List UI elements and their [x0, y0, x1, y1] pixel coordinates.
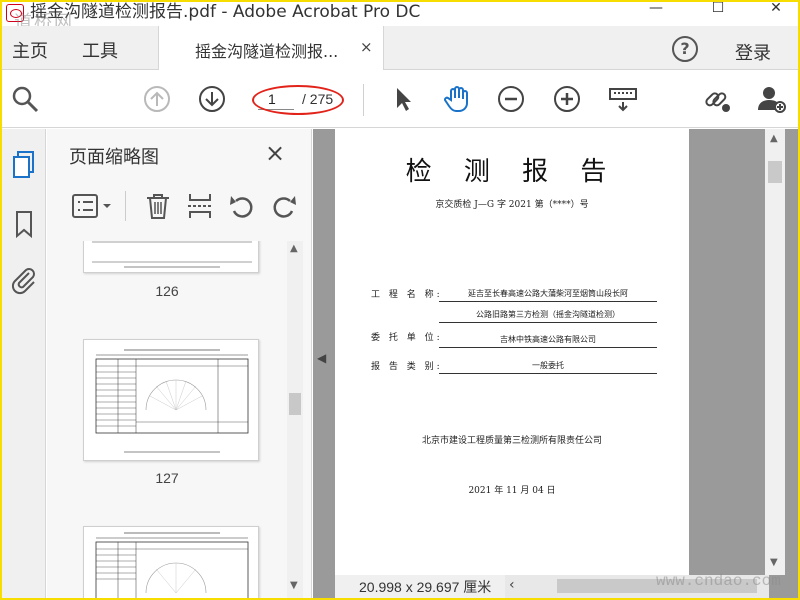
- watermark-bottom: www.cndao.com: [656, 572, 781, 590]
- panel-toolbar: [47, 181, 312, 231]
- tab-bar: 主页 工具 摇金沟隧道检测报... × ? 登录: [2, 26, 798, 70]
- thumbnail-list: 126 127: [47, 241, 287, 598]
- thumbnail-label-127: 127: [155, 470, 179, 486]
- thumbnail-page-126[interactable]: [83, 241, 259, 273]
- thumbnail-page-128[interactable]: [83, 526, 259, 598]
- collapse-panel-arrow-icon[interactable]: ◀: [317, 351, 326, 365]
- tab-tools[interactable]: 工具: [82, 37, 118, 63]
- page-down-icon[interactable]: [197, 84, 227, 114]
- thumbnail-label-126: 126: [155, 283, 179, 299]
- close-window-button[interactable]: ✕: [754, 2, 798, 24]
- toolbar-divider: [363, 84, 364, 116]
- minimize-button[interactable]: —: [634, 2, 678, 24]
- field-value-project-line2: 公路旧路第三方检测（摇金沟隧道检测）: [439, 309, 657, 323]
- rotate-ccw-icon[interactable]: [227, 191, 257, 221]
- pdf-page: 检 测 报 告 京交质检 J—G 字 2021 第（****）号 工 程 名 称…: [335, 129, 689, 575]
- panel-toolbar-divider: [125, 191, 126, 221]
- report-title: 检 测 报 告: [405, 157, 619, 187]
- page-up-icon[interactable]: [142, 84, 172, 114]
- tab-document[interactable]: 摇金沟隧道检测报... ×: [158, 26, 384, 70]
- document-tab-label: 摇金沟隧道检测报...: [195, 42, 339, 61]
- rotate-cw-icon[interactable]: [269, 191, 299, 221]
- tab-home[interactable]: 主页: [12, 37, 48, 63]
- field-value-type: 一般委托: [439, 360, 657, 374]
- maximize-button[interactable]: ☐: [696, 2, 740, 24]
- thumbnails-scroll-thumb[interactable]: [289, 393, 301, 415]
- organization-name: 北京市建设工程质量第三检测所有限责任公司: [421, 436, 602, 446]
- report-date: 2021 年 11 月 04 日: [468, 486, 556, 496]
- scroll-up-arrow-icon[interactable]: ▲: [290, 243, 298, 254]
- document-scrollbar[interactable]: ▲ ▼: [765, 129, 785, 575]
- acrobat-window: 摇金沟隧道检测报告.pdf - Adobe Acrobat Pro DC 道桥网…: [2, 2, 798, 598]
- hand-icon[interactable]: [442, 84, 472, 114]
- bookmark-icon[interactable]: [9, 209, 39, 239]
- select-cursor-icon[interactable]: [388, 84, 418, 114]
- panel-close-button[interactable]: ×: [265, 139, 285, 167]
- thumbnails-panel: 页面缩略图 × 126 127 ▲ ▼: [47, 129, 312, 598]
- options-menu-icon[interactable]: [71, 191, 115, 221]
- add-user-icon[interactable]: [757, 84, 787, 114]
- doc-scroll-down-arrow-icon[interactable]: ▼: [770, 557, 778, 568]
- page-dimensions: 20.998 x 29.697 厘米: [335, 575, 505, 598]
- field-label-type: 报 告 类 别:: [371, 362, 443, 372]
- attachment-icon[interactable]: [9, 265, 39, 295]
- delete-icon[interactable]: [143, 191, 173, 221]
- toolbar: / 275: [2, 70, 798, 128]
- share-link-icon[interactable]: [702, 84, 732, 114]
- page-thumbnails-icon[interactable]: [9, 149, 39, 179]
- thumbnails-scrollbar[interactable]: ▲ ▼: [287, 241, 303, 598]
- document-tab-close-button[interactable]: ×: [360, 38, 373, 56]
- report-number: 京交质检 J—G 字 2021 第（****）号: [435, 200, 589, 210]
- zoom-in-icon[interactable]: [552, 84, 582, 114]
- document-scroll-thumb[interactable]: [768, 161, 782, 183]
- help-icon[interactable]: ?: [672, 36, 698, 62]
- scroll-down-arrow-icon[interactable]: ▼: [290, 580, 298, 591]
- zoom-out-icon[interactable]: [496, 84, 526, 114]
- field-label-client: 委 托 单 位:: [371, 333, 443, 343]
- left-rail: [2, 129, 46, 598]
- panel-title: 页面缩略图: [69, 147, 159, 168]
- highlight-ellipse: [252, 85, 344, 115]
- insert-icon[interactable]: [185, 191, 215, 221]
- keyboard-icon[interactable]: [608, 84, 638, 114]
- thumbnail-page-127[interactable]: [83, 339, 259, 461]
- search-icon[interactable]: [10, 84, 40, 114]
- window-title: 摇金沟隧道检测报告.pdf - Adobe Acrobat Pro DC: [30, 2, 421, 22]
- scroll-left-arrow-icon[interactable]: ‹: [509, 577, 515, 593]
- doc-scroll-up-arrow-icon[interactable]: ▲: [770, 133, 778, 144]
- title-bar: 摇金沟隧道检测报告.pdf - Adobe Acrobat Pro DC 道桥网…: [2, 2, 798, 33]
- field-label-project: 工 程 名 称:: [371, 290, 443, 300]
- document-view: ◀ 检 测 报 告 京交质检 J—G 字 2021 第（****）号 工 程 名…: [313, 129, 798, 598]
- field-value-project-line1: 延吉至长春高速公路大蒲柴河至烟筒山段长阿: [439, 288, 657, 302]
- field-value-client: 吉林中铁高速公路有限公司: [439, 334, 657, 348]
- login-button[interactable]: 登录: [735, 39, 771, 65]
